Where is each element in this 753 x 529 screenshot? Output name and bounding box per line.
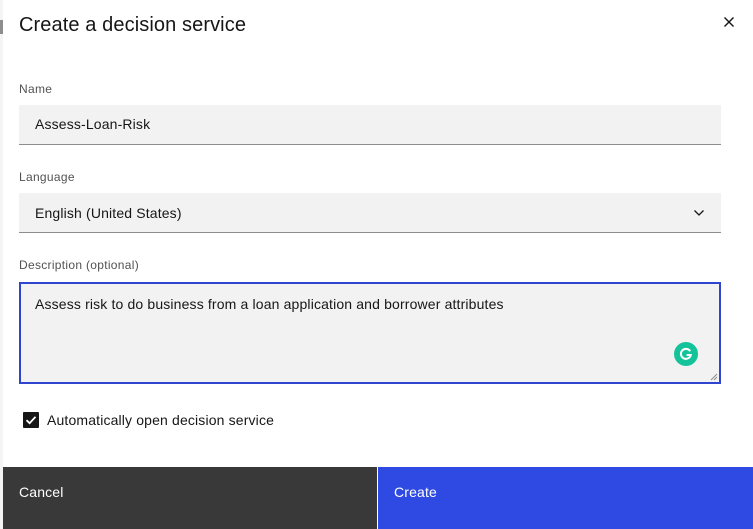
description-textarea[interactable]: Assess risk to do business from a loan a… (19, 282, 721, 384)
close-icon (724, 17, 734, 27)
language-select-value: English (United States) (35, 205, 182, 221)
cancel-button[interactable]: Cancel (3, 467, 377, 529)
chevron-down-icon (694, 210, 704, 216)
dialog-title: Create a decision service (19, 14, 247, 36)
grammarly-icon[interactable] (674, 342, 698, 366)
name-input[interactable]: Assess-Loan-Risk (19, 105, 721, 145)
language-select[interactable]: English (United States) (19, 193, 721, 233)
create-decision-service-dialog: Create a decision service Name Assess-Lo… (3, 0, 753, 529)
name-input-value: Assess-Loan-Risk (35, 116, 151, 132)
description-label: Description (optional) (19, 258, 139, 272)
checkmark-icon (25, 416, 37, 425)
auto-open-checkbox[interactable] (23, 412, 39, 428)
cancel-button-label: Cancel (19, 484, 64, 500)
name-label: Name (19, 82, 53, 96)
grammarly-g-icon (679, 347, 693, 360)
description-textarea-value: Assess risk to do business from a loan a… (35, 296, 504, 312)
language-label: Language (19, 170, 75, 184)
auto-open-label: Automatically open decision service (47, 412, 275, 428)
create-button[interactable]: Create (378, 467, 753, 529)
create-button-label: Create (394, 484, 437, 500)
resize-handle-icon[interactable] (710, 373, 718, 381)
close-button[interactable] (719, 12, 739, 32)
